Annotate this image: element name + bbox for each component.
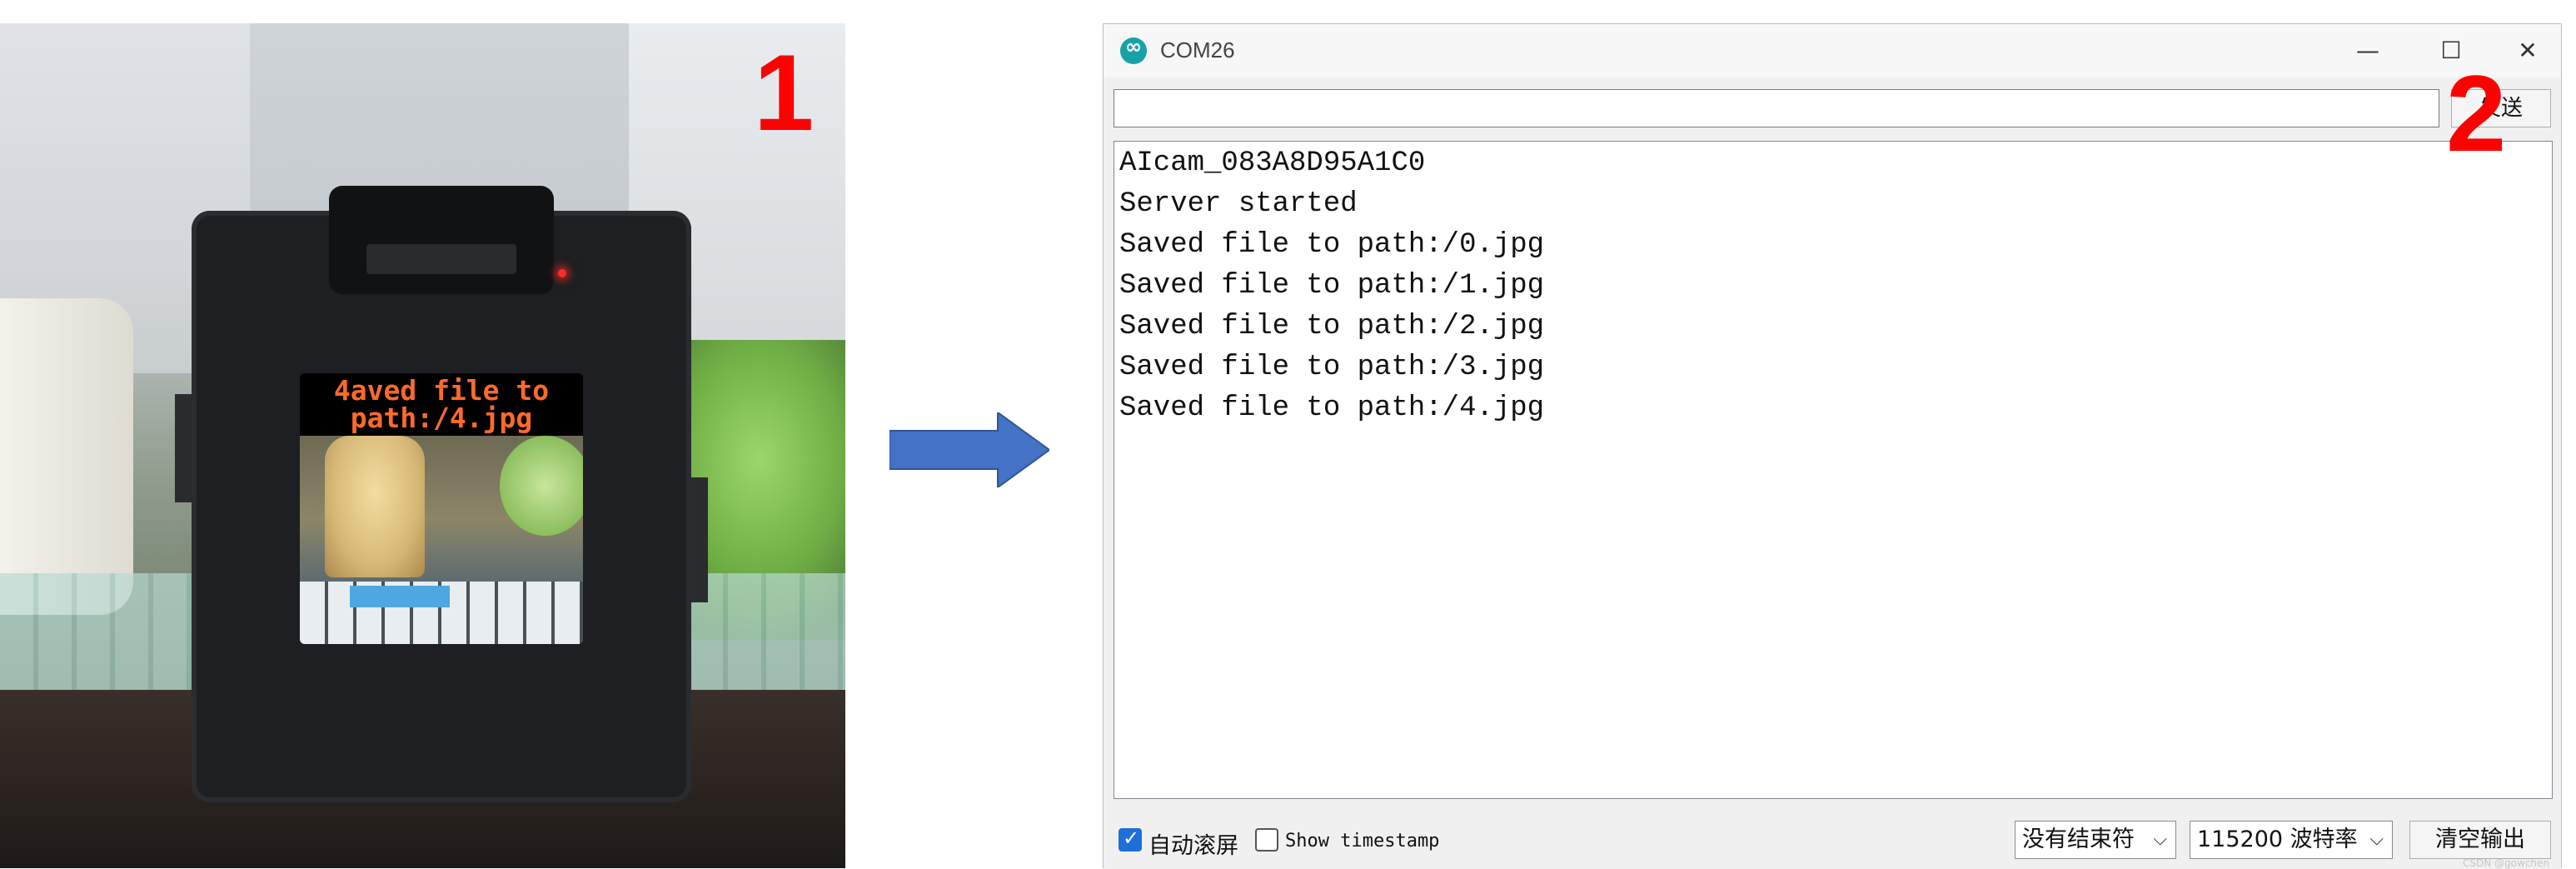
timestamp-checkbox[interactable] <box>1255 828 1278 852</box>
baud-rate-select[interactable]: 115200 波特率 ⌵ <box>2190 821 2393 859</box>
clear-output-button[interactable]: 清空输出 <box>2409 821 2551 859</box>
status-bar: 自动滚屏 Show timestamp 没有结束符 ⌵ 115200 波特率 ⌵… <box>1104 799 2561 869</box>
device-photo: 4aved file to path:/4.jpg 1 <box>0 23 845 868</box>
camera-module <box>329 186 554 294</box>
camera-board: 4aved file to path:/4.jpg <box>175 186 708 802</box>
timestamp-label[interactable]: Show timestamp <box>1285 831 1439 852</box>
board-connector-left <box>175 394 192 502</box>
output-line: Saved file to path:/2.jpg <box>1119 311 1545 342</box>
step-number-1: 1 <box>754 32 815 153</box>
photo-cup <box>0 298 133 615</box>
board-connector-right <box>691 477 708 602</box>
output-line: Server started <box>1119 188 1358 220</box>
status-led <box>558 269 566 277</box>
title-bar: COM26 — ☐ ✕ <box>1104 24 2561 77</box>
autoscroll-checkbox[interactable] <box>1119 827 1142 852</box>
output-line: Saved file to path:/4.jpg <box>1119 392 1545 424</box>
line-ending-value: 没有结束符 <box>2022 827 2135 852</box>
arduino-icon <box>1120 35 1147 64</box>
output-line: AIcam_083A8D95A1C0 <box>1119 147 1426 179</box>
serial-output[interactable]: AIcam_083A8D95A1C0 Server started Saved … <box>1114 141 2553 799</box>
close-button[interactable]: ✕ <box>2501 31 2554 71</box>
watermark: CSDN @gowchen <box>2463 857 2549 869</box>
chevron-down-icon: ⌵ <box>2153 829 2167 850</box>
step-number-2: 2 <box>2446 52 2507 174</box>
output-line: Saved file to path:/3.jpg <box>1119 352 1545 383</box>
chevron-down-icon: ⌵ <box>2369 829 2384 850</box>
output-line: Saved file to path:/0.jpg <box>1119 229 1545 261</box>
autoscroll-label[interactable]: 自动滚屏 <box>1148 827 1238 860</box>
output-line: Saved file to path:/1.jpg <box>1119 270 1545 302</box>
board-lcd-screen: 4aved file to path:/4.jpg <box>300 373 583 644</box>
minimize-button[interactable]: — <box>2341 31 2394 71</box>
send-input[interactable] <box>1114 89 2439 127</box>
camera-preview <box>300 436 583 644</box>
screen-message: 4aved file to path:/4.jpg <box>333 374 550 434</box>
serial-monitor-window: COM26 — ☐ ✕ 发送 AIcam_083A8D95A1C0 Server… <box>1103 23 2562 869</box>
baud-rate-value: 115200 波特率 <box>2197 827 2358 852</box>
line-ending-select[interactable]: 没有结束符 ⌵ <box>2015 821 2176 859</box>
right-arrow-icon <box>889 412 1049 487</box>
window-title: COM26 <box>1160 37 1235 62</box>
